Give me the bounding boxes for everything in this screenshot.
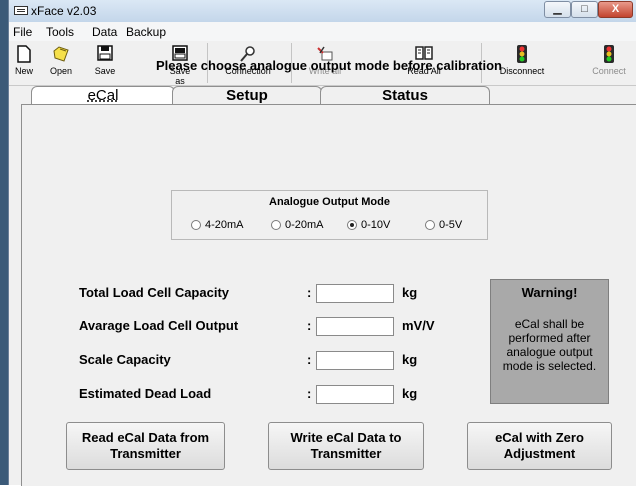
scale-capacity-label: Scale Capacity: [79, 352, 171, 367]
warning-text: eCal shall be performed after analogue o…: [502, 317, 597, 373]
radio-0-5v[interactable]: 0-5V: [425, 218, 462, 232]
menu-bar: File Tools Data Backup: [9, 22, 636, 41]
warning-box: Warning! eCal shall be performed after a…: [490, 279, 609, 404]
mv-per-v-unit-label: mV/V: [402, 318, 435, 333]
average-load-cell-output-label: Avarage Load Cell Output: [79, 318, 239, 333]
close-button[interactable]: X: [598, 1, 633, 18]
menu-data[interactable]: Data: [92, 25, 117, 39]
radio-0-10v-label: 0-10V: [361, 219, 391, 231]
tab-status-label: Status: [382, 87, 428, 104]
title-bar[interactable]: xFace v2.03 ▁ □ X: [9, 0, 636, 23]
total-load-cell-capacity-input[interactable]: [316, 284, 394, 303]
field-colon: :: [307, 352, 312, 367]
tab-setup[interactable]: Setup: [172, 86, 322, 104]
menu-file[interactable]: File: [13, 25, 32, 39]
radio-button-icon: [271, 220, 281, 230]
estimated-dead-load-input[interactable]: [316, 385, 394, 404]
maximize-button[interactable]: □: [571, 1, 598, 18]
radio-4-20ma-label: 4-20mA: [205, 219, 244, 231]
radio-4-20ma[interactable]: 4-20mA: [191, 218, 244, 232]
field-colon: :: [307, 285, 312, 300]
warning-title: Warning!: [521, 285, 578, 300]
radio-0-20ma[interactable]: 0-20mA: [271, 218, 324, 232]
tab-setup-label: Setup: [226, 87, 268, 104]
app-window: xFace v2.03 ▁ □ X File Tools Data Backup…: [8, 0, 636, 486]
radio-0-10v[interactable]: 0-10V: [347, 218, 390, 232]
field-colon: :: [307, 318, 312, 333]
window-title: xFace v2.03: [31, 4, 97, 18]
estimated-dead-load-label: Estimated Dead Load: [79, 386, 212, 401]
radio-button-icon: [425, 220, 435, 230]
tab-ecal[interactable]: eCal: [31, 86, 175, 105]
write-ecal-data-button[interactable]: Write eCal Data to Transmitter: [268, 422, 424, 470]
read-ecal-data-button[interactable]: Read eCal Data from Transmitter: [66, 422, 225, 470]
radio-button-selected-icon: [347, 220, 357, 230]
ecal-zero-adjustment-button[interactable]: eCal with Zero Adjustment: [467, 422, 612, 470]
scale-capacity-input[interactable]: [316, 351, 394, 370]
minimize-button[interactable]: ▁: [544, 1, 571, 18]
tab-ecal-label: eCal: [87, 87, 119, 104]
field-colon: :: [307, 386, 312, 401]
average-load-cell-output-input[interactable]: [316, 317, 394, 336]
app-icon: [14, 6, 28, 15]
kg-unit-label: kg: [402, 285, 418, 300]
radio-0-5v-label: 0-5V: [439, 219, 463, 231]
kg-unit-label: kg: [402, 386, 418, 401]
calibration-instruction: Please choose analogue output mode befor…: [155, 58, 502, 73]
tab-status[interactable]: Status: [320, 86, 490, 104]
desktop-edge: [0, 0, 8, 485]
menu-backup[interactable]: Backup: [126, 25, 166, 39]
radio-0-20ma-label: 0-20mA: [285, 219, 324, 231]
total-load-cell-capacity-label: Total Load Cell Capacity: [79, 285, 230, 300]
menu-tools[interactable]: Tools: [46, 25, 74, 39]
output-mode-title: Analogue Output Mode: [269, 196, 390, 208]
kg-unit-label: kg: [402, 352, 418, 367]
radio-button-icon: [191, 220, 201, 230]
